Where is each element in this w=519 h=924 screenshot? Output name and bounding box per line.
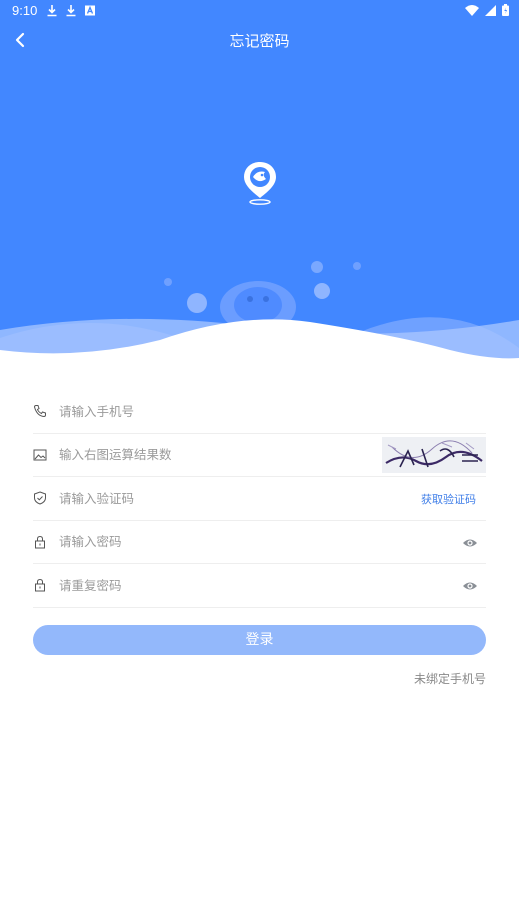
reset-password-form: 获取验证码 — [33, 390, 486, 608]
shield-icon — [34, 491, 46, 505]
confirm-password-row — [33, 564, 486, 608]
battery-icon — [502, 4, 509, 16]
phone-row — [33, 390, 486, 434]
password-input[interactable] — [59, 526, 486, 557]
captcha-row — [33, 434, 486, 477]
wave-divider — [0, 317, 519, 380]
login-button[interactable]: 登录 — [33, 625, 486, 655]
lock-icon — [35, 579, 45, 592]
confirm-password-input[interactable] — [59, 570, 486, 601]
password-row — [33, 521, 486, 564]
font-a-icon — [85, 5, 95, 16]
lock-icon — [35, 535, 45, 549]
wifi-icon — [465, 4, 479, 16]
app-logo-icon — [244, 162, 276, 205]
status-bar: 9:10 — [0, 0, 519, 22]
hero-banner: 9:10 忘记密码 — [0, 0, 519, 380]
cell-signal-icon — [485, 4, 496, 16]
eye-icon[interactable] — [462, 580, 478, 592]
nav-bar: 忘记密码 — [0, 22, 519, 58]
eye-icon[interactable] — [462, 537, 478, 549]
phone-input[interactable] — [59, 396, 486, 427]
code-row: 获取验证码 — [33, 477, 486, 521]
page-title: 忘记密码 — [229, 32, 290, 50]
unbound-phone-link[interactable]: 未绑定手机号 — [414, 670, 486, 687]
status-time: 9:10 — [12, 3, 38, 18]
download-icon — [47, 5, 57, 17]
get-code-button[interactable]: 获取验证码 — [421, 491, 476, 507]
image-icon — [33, 449, 47, 461]
download-icon — [66, 5, 76, 17]
phone-icon — [33, 405, 46, 418]
captcha-image[interactable] — [382, 436, 486, 473]
